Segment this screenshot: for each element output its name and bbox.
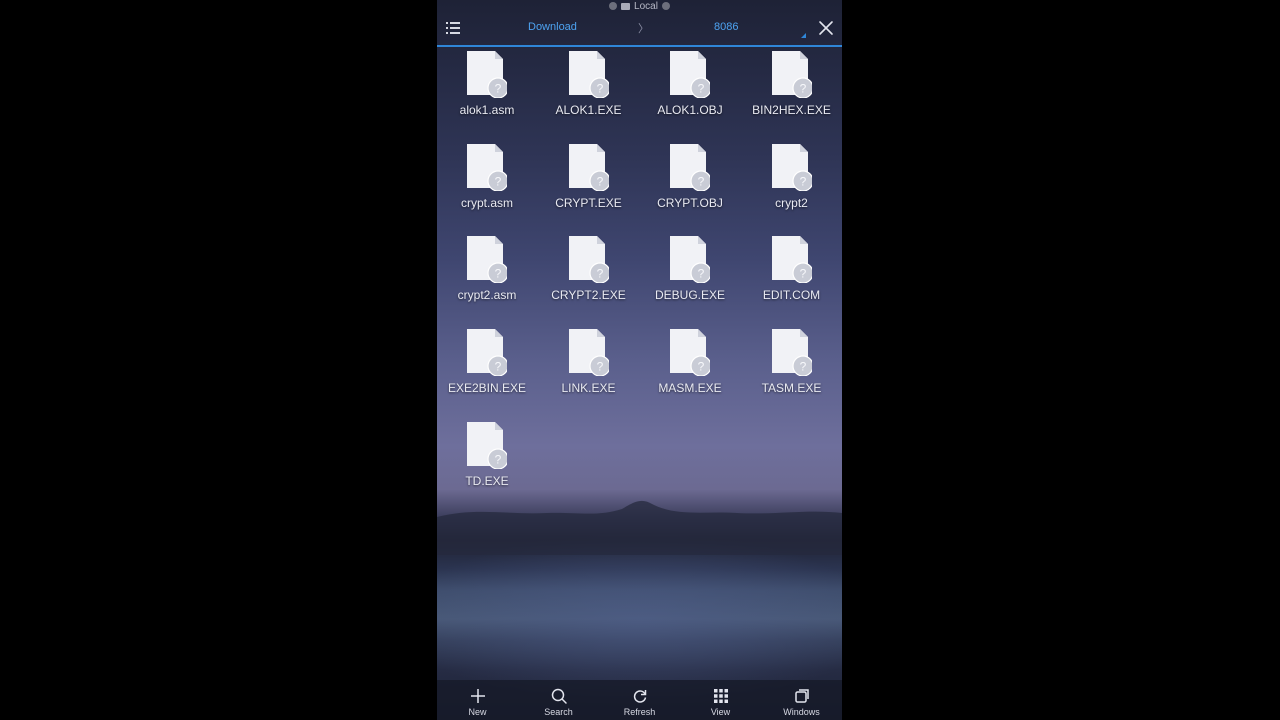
svg-text:?: ? bbox=[698, 82, 705, 96]
unknown-file-icon: ? bbox=[467, 143, 507, 191]
refresh-label: Refresh bbox=[623, 707, 656, 717]
windows-button[interactable]: Windows bbox=[761, 680, 842, 720]
file-item[interactable]: ? EXE2BIN.EXE bbox=[437, 326, 537, 406]
svg-text:?: ? bbox=[799, 360, 806, 374]
refresh-button[interactable]: Refresh bbox=[599, 680, 680, 720]
close-icon[interactable] bbox=[818, 20, 834, 36]
svg-text:?: ? bbox=[495, 82, 502, 96]
refresh-icon bbox=[633, 690, 647, 703]
search-label: Search bbox=[544, 707, 573, 717]
svg-text:?: ? bbox=[698, 360, 705, 374]
svg-text:?: ? bbox=[799, 174, 806, 188]
file-item[interactable]: ? MASM.EXE bbox=[640, 326, 740, 406]
search-icon bbox=[551, 688, 567, 704]
unknown-file-icon: ? bbox=[771, 236, 812, 284]
unknown-file-icon: ? bbox=[568, 143, 609, 191]
file-name: LINK.EXE bbox=[561, 381, 616, 396]
unknown-file-icon: ? bbox=[467, 51, 507, 98]
status-bar: Local bbox=[437, 0, 842, 12]
file-item[interactable]: ? DEBUG.EXE bbox=[640, 233, 740, 313]
file-name: ALOK1.EXE bbox=[555, 103, 622, 117]
file-item[interactable]: ? ALOK1.EXE bbox=[539, 48, 639, 128]
file-name: MASM.EXE bbox=[658, 381, 722, 396]
windows-label: Windows bbox=[783, 707, 820, 717]
status-dot-icon bbox=[661, 2, 670, 10]
file-name: TASM.EXE bbox=[761, 381, 822, 396]
file-item[interactable]: ? crypt2.asm bbox=[437, 233, 537, 313]
new-label: New bbox=[468, 707, 487, 717]
unknown-file-icon: ? bbox=[670, 143, 710, 191]
file-item[interactable]: ? CRYPT.EXE bbox=[539, 141, 639, 221]
file-item[interactable]: ? TD.EXE bbox=[437, 419, 537, 499]
file-name: BIN2HEX.EXE bbox=[752, 103, 831, 117]
svg-text:?: ? bbox=[698, 174, 705, 188]
file-name: CRYPT2.EXE bbox=[551, 288, 626, 303]
unknown-file-icon: ? bbox=[467, 421, 507, 469]
unknown-file-icon: ? bbox=[467, 329, 507, 377]
svg-text:?: ? bbox=[596, 267, 603, 281]
svg-text:?: ? bbox=[799, 267, 806, 281]
breadcrumb-8086[interactable]: 8086 bbox=[714, 21, 738, 33]
unknown-file-icon: ? bbox=[467, 236, 507, 284]
menu-icon[interactable] bbox=[446, 22, 460, 34]
file-name: EXE2BIN.EXE bbox=[447, 381, 527, 396]
svg-text:?: ? bbox=[799, 82, 806, 96]
file-name: alok1.asm bbox=[459, 103, 515, 117]
breadcrumb-dropdown-indicator bbox=[801, 33, 806, 38]
storage-icon bbox=[621, 2, 631, 10]
file-item[interactable]: ? ALOK1.OBJ bbox=[640, 48, 740, 128]
file-item[interactable]: ? BIN2HEX.EXE bbox=[742, 48, 842, 128]
unknown-file-icon: ? bbox=[670, 329, 710, 377]
windows-icon bbox=[795, 689, 809, 703]
wallpaper-mountains bbox=[437, 500, 842, 555]
file-manager-screen: Local Download 〉 8086 ? alok1.asm? ALOK1.E… bbox=[437, 0, 842, 720]
unknown-file-icon: ? bbox=[670, 51, 710, 98]
file-name: DEBUG.EXE bbox=[654, 288, 726, 303]
breadcrumb-download[interactable]: Download bbox=[528, 21, 577, 33]
file-item[interactable]: ? CRYPT.OBJ bbox=[640, 141, 740, 221]
file-name: TD.EXE bbox=[465, 473, 509, 488]
search-button[interactable]: Search bbox=[518, 680, 599, 720]
view-button[interactable]: View bbox=[680, 680, 761, 720]
home-icon bbox=[609, 2, 618, 10]
unknown-file-icon: ? bbox=[771, 329, 812, 377]
file-name: crypt.asm bbox=[460, 195, 513, 210]
svg-text:?: ? bbox=[495, 360, 502, 374]
file-item[interactable]: ? LINK.EXE bbox=[539, 326, 639, 406]
plus-icon bbox=[471, 689, 485, 703]
svg-text:?: ? bbox=[495, 452, 502, 466]
file-item[interactable]: ? TASM.EXE bbox=[742, 326, 842, 406]
file-name: EDIT.COM bbox=[762, 288, 821, 303]
file-name: crypt2 bbox=[775, 195, 808, 210]
unknown-file-icon: ? bbox=[568, 51, 609, 98]
unknown-file-icon: ? bbox=[568, 236, 609, 284]
file-item[interactable]: ? crypt2 bbox=[742, 141, 842, 221]
file-item[interactable]: ? EDIT.COM bbox=[742, 233, 842, 313]
grid-icon bbox=[714, 689, 728, 703]
svg-text:?: ? bbox=[596, 174, 603, 188]
unknown-file-icon: ? bbox=[670, 236, 710, 284]
svg-text:?: ? bbox=[495, 174, 502, 188]
file-item[interactable]: ? crypt.asm bbox=[437, 141, 537, 221]
unknown-file-icon: ? bbox=[568, 329, 609, 377]
bottom-action-bar: New Search Refresh View Windows bbox=[437, 680, 842, 720]
breadcrumb-separator: 〉 bbox=[638, 23, 649, 35]
status-label: Local bbox=[634, 0, 658, 12]
file-name: crypt2.asm bbox=[457, 288, 517, 303]
view-label: View bbox=[710, 707, 731, 717]
unknown-file-icon: ? bbox=[771, 51, 812, 98]
file-name: CRYPT.OBJ bbox=[657, 195, 723, 210]
svg-text:?: ? bbox=[596, 82, 603, 96]
unknown-file-icon: ? bbox=[771, 143, 812, 191]
file-item[interactable]: ? CRYPT2.EXE bbox=[539, 233, 639, 313]
file-name: ALOK1.OBJ bbox=[657, 103, 723, 117]
file-name: CRYPT.EXE bbox=[555, 195, 622, 210]
new-button[interactable]: New bbox=[437, 680, 518, 720]
svg-text:?: ? bbox=[698, 267, 705, 281]
file-item[interactable]: ? alok1.asm bbox=[437, 48, 537, 128]
svg-text:?: ? bbox=[495, 267, 502, 281]
svg-text:?: ? bbox=[596, 360, 603, 374]
toolbar: Download 〉 8086 bbox=[437, 12, 842, 47]
